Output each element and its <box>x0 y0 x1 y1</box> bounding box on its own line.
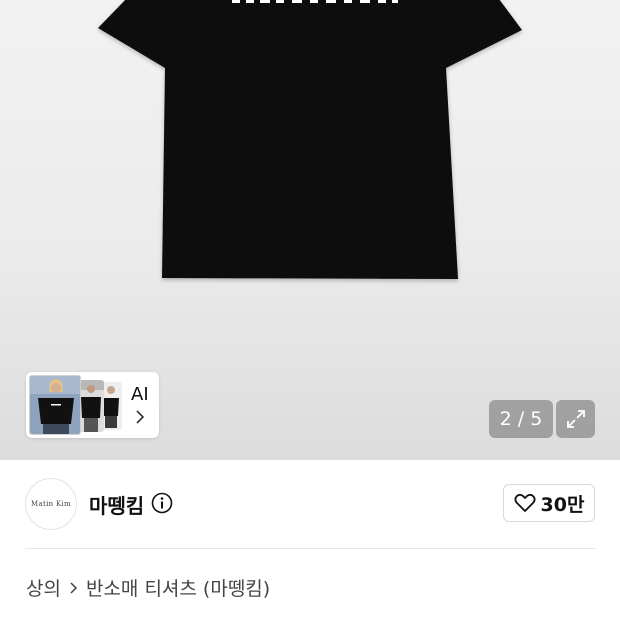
breadcrumb-item-category[interactable]: 상의 <box>26 574 61 601</box>
like-count: 30만 <box>540 493 585 516</box>
thumbnail-image-selected[interactable] <box>29 375 81 435</box>
thumbnail-image[interactable] <box>78 380 104 432</box>
chevron-right-icon <box>69 581 78 595</box>
expand-icon <box>566 410 585 428</box>
like-button[interactable]: 30만 <box>503 484 595 522</box>
ai-label[interactable]: AI <box>131 384 149 405</box>
heart-outline-icon <box>514 493 536 512</box>
chevron-right-icon <box>136 410 145 424</box>
expand-button[interactable] <box>556 400 595 438</box>
divider <box>25 548 595 549</box>
brand-logo-text: Matin Kim <box>31 500 71 508</box>
info-icon[interactable] <box>151 492 173 514</box>
breadcrumb-item-subcategory[interactable]: 반소매 티셔츠 (마뗑킴) <box>86 574 270 601</box>
brand-logo[interactable]: Matin Kim <box>25 478 77 530</box>
image-counter: 2 / 5 <box>489 400 553 438</box>
ai-fitting-thumbnail-strip[interactable]: AI <box>26 372 159 438</box>
breadcrumb: 상의 반소매 티셔츠 (마뗑킴) <box>26 574 270 601</box>
product-image-gallery[interactable]: AI 2 / 5 <box>0 0 620 460</box>
brand-row: Matin Kim 마뗑킴 30만 <box>0 460 620 548</box>
brand-name[interactable]: 마뗑킴 <box>89 490 144 519</box>
